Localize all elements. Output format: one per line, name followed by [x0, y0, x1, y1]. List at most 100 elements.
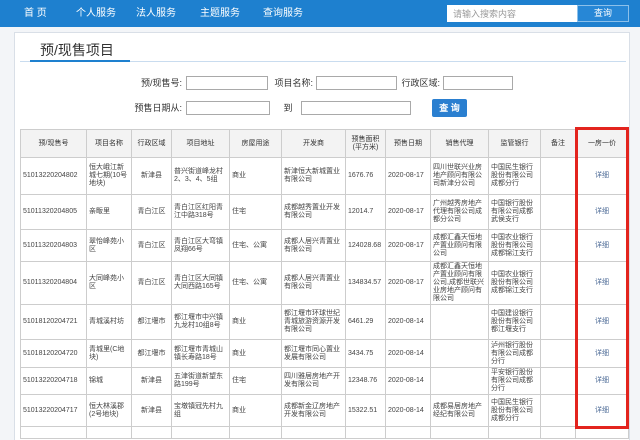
cell-bank: 中国农业银行股份有限公司成都锦江支行 — [488, 261, 541, 305]
cell-date: 2020-08-14 — [385, 339, 431, 368]
col-header-presale-no: 预/现售号 — [20, 129, 87, 158]
cell-agent — [430, 426, 489, 439]
cell-bank: 中国银行股份有限公司成都武侯支行 — [488, 194, 541, 230]
cell-usage: 商业 — [229, 304, 282, 340]
table-row: 51018120204720 青城里(C地块) 都江堰市 都江堰市青城山镇长寿路18号… — [20, 339, 629, 368]
cell-date: 2020-08-17 — [385, 261, 431, 305]
cell-usage: 住宅 — [229, 194, 282, 230]
cell-address: 都江堰市青城山镇长寿路18号 — [171, 339, 230, 368]
date-from-label: 预售日期从: — [134, 103, 182, 113]
table-row-partial — [20, 426, 629, 439]
cell-usage: 住宅、公寓 — [229, 229, 282, 262]
cell-bank: 中国农业银行股份有限公司成都锦江支行 — [488, 229, 541, 262]
title-divider-accent — [30, 60, 130, 62]
cell-developer — [281, 426, 346, 439]
cell-usage: 住宅、公寓 — [229, 261, 282, 305]
detail-link[interactable]: 详细 — [575, 394, 629, 427]
cell-district: 都江堰市 — [131, 304, 172, 340]
cell-area: 134834.57 — [345, 261, 386, 305]
cell-address: 都江堰市中兴镇九龙村10组8号 — [171, 304, 230, 340]
col-header-project-name: 项目名称 — [86, 129, 132, 158]
cell-agent: 成都汇鑫天恒地产置业顾问有限公司,成都世联兴业房地产顾问有限公司 — [430, 261, 489, 305]
detail-link[interactable]: 详细 — [575, 157, 629, 195]
cell-area: 15322.51 — [345, 394, 386, 427]
content-panel: 预/现售项目 预/现售号: 项目名称: 行政区域: 预售日期从: 到 查 询 预… — [14, 32, 630, 440]
cell-date: 2020-08-14 — [385, 367, 431, 395]
district-input[interactable] — [443, 76, 513, 90]
cell-agent: 成都汇鑫天恒地产置业顾问有限公司 — [430, 229, 489, 262]
nav-item-corporate-services[interactable]: 法人服务 — [136, 0, 176, 27]
cell-area: 124028.68 — [345, 229, 386, 262]
cell-presale-no: 51013220204717 — [20, 394, 87, 427]
cell-presale-no: 51011320204804 — [20, 261, 87, 305]
cell-date: 2020-08-14 — [385, 304, 431, 340]
cell-remark — [540, 261, 576, 305]
cell-agent: 成都易居房地产经纪有限公司 — [430, 394, 489, 427]
cell-usage: 住宅 — [229, 367, 282, 395]
table-row: 51013220204718 锦城 新津县 五津街道新望东路199号 住宅 四川雅居房地产… — [20, 367, 629, 395]
cell-address — [171, 426, 230, 439]
cell-address: 普兴街道峰龙村2、3、4、5组 — [171, 157, 230, 195]
cell-area: 12014.7 — [345, 194, 386, 230]
site-search-input[interactable] — [447, 5, 577, 22]
table-header-row: 预/现售号 项目名称 行政区域 项目地址 房屋用途 开发商 预售面积(平方米) 预售日期 销售代… — [20, 129, 629, 158]
date-from-input[interactable] — [186, 101, 270, 115]
cell-area: 3434.75 — [345, 339, 386, 368]
cell-address: 青白江区大弯镇凤翔66号 — [171, 229, 230, 262]
cell-agent — [430, 367, 489, 395]
col-header-price-detail: 一房一价 — [575, 129, 629, 158]
nav-item-personal-services[interactable]: 个人服务 — [76, 0, 116, 27]
cell-area: 12348.76 — [345, 367, 386, 395]
cell-remark — [540, 194, 576, 230]
cell-date: 2020-08-17 — [385, 157, 431, 195]
cell-address: 青白江区红阳青江中路318号 — [171, 194, 230, 230]
nav-item-home[interactable]: 首 页 — [24, 0, 47, 27]
page-title: 预/现售项目 — [40, 42, 114, 58]
cell-bank: 中国民生银行股份有限公司成都分行 — [488, 157, 541, 195]
cell-district: 青白江区 — [131, 229, 172, 262]
detail-link[interactable]: 详细 — [575, 339, 629, 368]
nav-item-topic-services[interactable]: 主题服务 — [200, 0, 240, 27]
cell-district: 青白江区 — [131, 261, 172, 305]
detail-link[interactable]: 详细 — [575, 304, 629, 340]
cell-remark — [540, 394, 576, 427]
cell-area: 6461.29 — [345, 304, 386, 340]
cell-project-name: 亲畈里 — [86, 194, 132, 230]
cell-bank: 中国民生银行股份有限公司成都分行 — [488, 394, 541, 427]
cell-project-name: 青城溪村坊 — [86, 304, 132, 340]
col-header-developer: 开发商 — [281, 129, 346, 158]
detail-link[interactable]: 详细 — [575, 367, 629, 395]
cell-developer: 都江堰市同心置业发展有限公司 — [281, 339, 346, 368]
detail-link[interactable]: 详细 — [575, 261, 629, 305]
cell-agent: 四川世联兴业房地产顾问有限公司新津分公司 — [430, 157, 489, 195]
project-name-label: 项目名称: — [274, 78, 313, 88]
cell-presale-no: 51011320204805 — [20, 194, 87, 230]
date-to-label: 到 — [283, 103, 293, 113]
cell-usage: 商业 — [229, 394, 282, 427]
table-row: 51011320204805 亲畈里 青白江区 青白江区红阳青江中路318号 住宅 成都越… — [20, 194, 629, 230]
date-to-input[interactable] — [301, 101, 411, 115]
district-label: 行政区域: — [401, 78, 440, 88]
detail-link[interactable]: 详细 — [575, 229, 629, 262]
cell-district: 新津县 — [131, 157, 172, 195]
query-button[interactable]: 查 询 — [432, 99, 467, 117]
cell-district: 都江堰市 — [131, 339, 172, 368]
cell-developer: 都江堰市环球世纪青城旅游资源开发有限公司 — [281, 304, 346, 340]
cell-date — [385, 426, 431, 439]
cell-bank: 中国建设银行股份有限公司都江堰支行 — [488, 304, 541, 340]
cell-developer: 新津恒大新城置业有限公司 — [281, 157, 346, 195]
cell-project-name: 恒大峨江新城七期(10号地块) — [86, 157, 132, 195]
detail-link[interactable]: 详细 — [575, 194, 629, 230]
cell-agent — [430, 304, 489, 340]
site-search-button[interactable]: 查询 — [577, 5, 629, 22]
nav-item-query-services[interactable]: 查询服务 — [263, 0, 303, 27]
cell-presale-no: 51013220204718 — [20, 367, 87, 395]
cell-presale-no: 51018120204720 — [20, 339, 87, 368]
cell-district: 青白江区 — [131, 194, 172, 230]
cell-bank: 平安银行股份有限公司成都分行 — [488, 367, 541, 395]
cell-bank — [488, 426, 541, 439]
cell-price-detail — [575, 426, 629, 439]
cell-address: 青白江区大同镇大同西路165号 — [171, 261, 230, 305]
cell-project-name: 翠怡峰苑小区 — [86, 229, 132, 262]
cell-district: 新津县 — [131, 394, 172, 427]
